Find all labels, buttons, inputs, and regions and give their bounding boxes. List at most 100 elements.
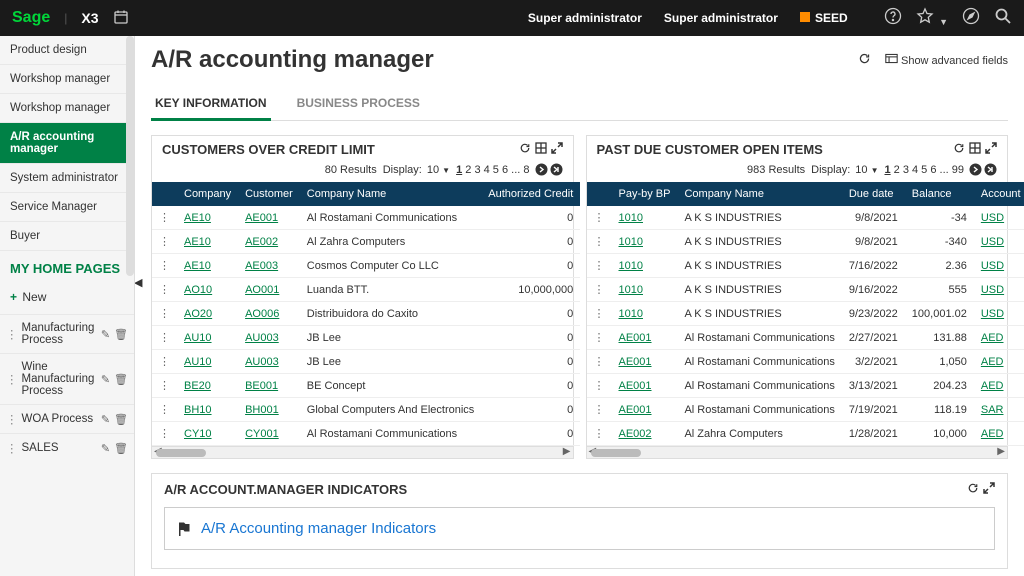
indicators-expand-icon[interactable]	[983, 482, 995, 497]
tab-business-process[interactable]: BUSINESS PROCESS	[293, 88, 424, 120]
sidebar-page-item[interactable]: ⋮Wine Manufacturing Process✎🗑	[0, 353, 134, 404]
sidebar-item[interactable]: Service Manager	[0, 193, 134, 222]
row-menu-icon[interactable]: ⋮	[152, 374, 177, 398]
row-menu-icon[interactable]: ⋮	[152, 326, 177, 350]
row-menu-icon[interactable]: ⋮	[587, 230, 612, 254]
drag-icon[interactable]: ⋮	[6, 412, 18, 426]
show-advanced-fields[interactable]: Show advanced fields	[885, 53, 1008, 67]
row-menu-icon[interactable]: ⋮	[587, 422, 612, 446]
row-menu-icon[interactable]: ⋮	[152, 350, 177, 374]
calendar-icon[interactable]	[113, 9, 129, 28]
panel1-last-icon[interactable]	[550, 163, 563, 176]
panel2-horizontal-scrollbar[interactable]: ◀▶	[587, 446, 1008, 458]
sidebar-item[interactable]: Workshop manager	[0, 65, 134, 94]
customer-link[interactable]: AO001	[245, 284, 279, 296]
customer-link[interactable]: AE003	[245, 260, 278, 272]
sidebar-item[interactable]: Workshop manager	[0, 94, 134, 123]
currency-link[interactable]: AED	[981, 332, 1004, 344]
currency-link[interactable]: USD	[981, 260, 1004, 272]
customer-link[interactable]: BH001	[245, 404, 279, 416]
row-menu-icon[interactable]: ⋮	[152, 422, 177, 446]
row-menu-icon[interactable]: ⋮	[587, 302, 612, 326]
company-link[interactable]: BH10	[184, 404, 212, 416]
customer-link[interactable]: BE001	[245, 380, 278, 392]
compass-icon[interactable]	[962, 7, 980, 30]
row-menu-icon[interactable]: ⋮	[152, 254, 177, 278]
row-menu-icon[interactable]: ⋮	[587, 278, 612, 302]
sidebar-item[interactable]: System administrator	[0, 164, 134, 193]
edit-icon[interactable]: ✎	[101, 328, 110, 341]
currency-link[interactable]: AED	[981, 356, 1004, 368]
drag-icon[interactable]: ⋮	[6, 327, 18, 341]
column-header[interactable]: Due date	[842, 182, 905, 206]
delete-icon[interactable]: 🗑	[114, 373, 128, 386]
row-menu-icon[interactable]: ⋮	[152, 206, 177, 230]
bp-link[interactable]: AE001	[619, 356, 652, 368]
row-menu-icon[interactable]: ⋮	[587, 254, 612, 278]
column-header[interactable]: Customer	[238, 182, 300, 206]
row-menu-icon[interactable]: ⋮	[152, 398, 177, 422]
company-link[interactable]: AE10	[184, 212, 211, 224]
currency-link[interactable]: USD	[981, 284, 1004, 296]
sidebar-item[interactable]: Product design	[0, 36, 134, 65]
favorite-icon[interactable]: ▼	[916, 7, 948, 30]
panel1-page-numbers[interactable]: 1 2 3 4 5 6 ... 8	[456, 164, 529, 176]
panel2-page-numbers[interactable]: 1 2 3 4 5 6 ... 99	[884, 164, 964, 176]
row-menu-icon[interactable]: ⋮	[587, 374, 612, 398]
currency-link[interactable]: USD	[981, 236, 1004, 248]
panel1-grid-icon[interactable]	[535, 142, 547, 157]
customer-link[interactable]: AE001	[245, 212, 278, 224]
row-menu-icon[interactable]: ⋮	[587, 326, 612, 350]
column-header[interactable]: Pay-by BP	[612, 182, 678, 206]
company-link[interactable]: AO10	[184, 284, 212, 296]
currency-link[interactable]: USD	[981, 308, 1004, 320]
panel1-display-value[interactable]: 10 ▼	[427, 164, 450, 176]
sidebar-page-item[interactable]: ⋮SALES✎🗑	[0, 433, 134, 462]
panel1-next-icon[interactable]	[535, 163, 548, 176]
bp-link[interactable]: 1010	[619, 308, 643, 320]
customer-link[interactable]: CY001	[245, 428, 279, 440]
currency-link[interactable]: AED	[981, 428, 1004, 440]
drag-icon[interactable]: ⋮	[6, 372, 18, 386]
sidebar-page-item[interactable]: ⋮WOA Process✎🗑	[0, 404, 134, 433]
drag-icon[interactable]: ⋮	[6, 441, 18, 455]
row-menu-icon[interactable]: ⋮	[152, 230, 177, 254]
bp-link[interactable]: 1010	[619, 236, 643, 248]
user-label-2[interactable]: Super administrator	[664, 11, 778, 25]
customer-link[interactable]: AU003	[245, 332, 279, 344]
panel1-refresh-icon[interactable]	[519, 142, 531, 157]
tab-key-information[interactable]: KEY INFORMATION	[151, 88, 271, 121]
sidebar-page-item[interactable]: ⋮Manufacturing Process✎🗑	[0, 314, 134, 353]
bp-link[interactable]: AE002	[619, 428, 652, 440]
panel1-horizontal-scrollbar[interactable]: ◀▶	[152, 446, 573, 458]
edit-icon[interactable]: ✎	[101, 413, 110, 426]
bp-link[interactable]: 1010	[619, 212, 643, 224]
column-header[interactable]: Company Name	[677, 182, 841, 206]
company-link[interactable]: AU10	[184, 356, 212, 368]
customer-link[interactable]: AE002	[245, 236, 278, 248]
column-header[interactable]: Authorized Credit	[481, 182, 580, 206]
delete-icon[interactable]: 🗑	[114, 328, 128, 341]
column-header[interactable]: Company	[177, 182, 238, 206]
indicators-refresh-icon[interactable]	[967, 482, 979, 497]
sidebar-scrollbar[interactable]	[126, 36, 134, 276]
new-page-button[interactable]: + New	[0, 286, 134, 314]
company-link[interactable]: AO20	[184, 308, 212, 320]
row-menu-icon[interactable]: ⋮	[587, 398, 612, 422]
sidebar-item[interactable]: A/R accounting manager	[0, 123, 134, 164]
delete-icon[interactable]: 🗑	[114, 413, 128, 426]
row-menu-icon[interactable]: ⋮	[152, 302, 177, 326]
edit-icon[interactable]: ✎	[101, 373, 110, 386]
panel2-next-icon[interactable]	[969, 163, 982, 176]
environment-badge[interactable]: SEED	[800, 11, 848, 25]
bp-link[interactable]: AE001	[619, 404, 652, 416]
column-header[interactable]: Account	[974, 182, 1024, 206]
panel2-last-icon[interactable]	[984, 163, 997, 176]
company-link[interactable]: AU10	[184, 332, 212, 344]
bp-link[interactable]: AE001	[619, 380, 652, 392]
currency-link[interactable]: USD	[981, 212, 1004, 224]
collapse-sidebar-icon[interactable]: ◀	[135, 276, 142, 289]
panel2-expand-icon[interactable]	[985, 142, 997, 157]
company-link[interactable]: BE20	[184, 380, 211, 392]
user-label-1[interactable]: Super administrator	[528, 11, 642, 25]
